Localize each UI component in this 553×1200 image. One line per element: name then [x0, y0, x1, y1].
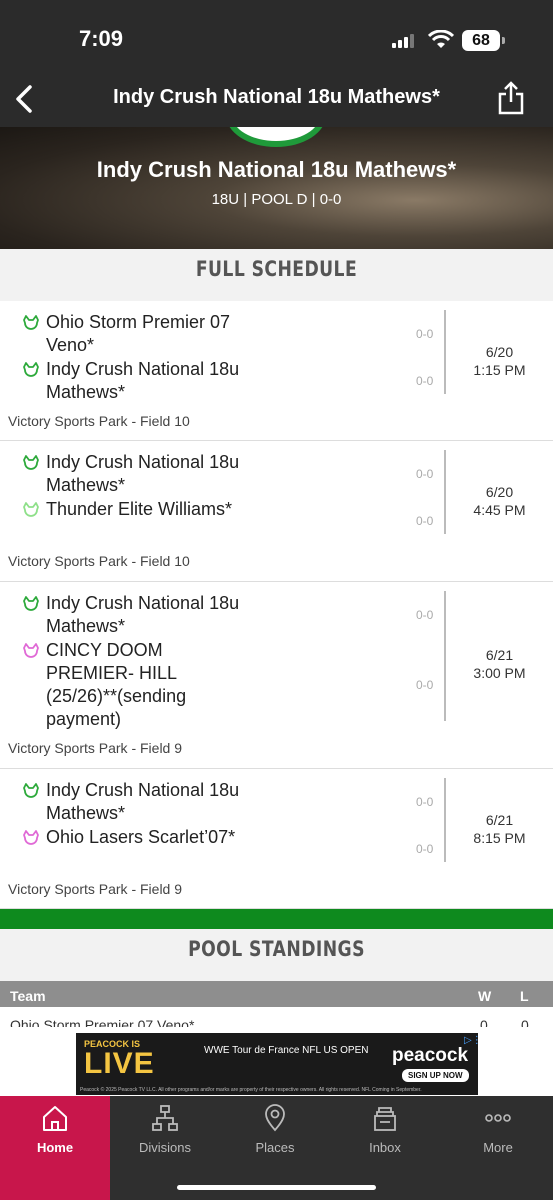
standings-wins: 0 [480, 1017, 488, 1027]
game-time: 3:00 PM [473, 665, 526, 681]
game-datetime: 6/20 4:45 PM [446, 483, 553, 519]
team-column-header: Team [10, 988, 46, 1004]
standings-heading: POOL STANDINGS [188, 937, 365, 961]
tab-more-label: More [483, 1140, 513, 1155]
team-name: Indy Crush National 18u Mathews* [46, 780, 240, 823]
losses-column-header: L [520, 988, 529, 1004]
share-icon[interactable] [496, 80, 526, 116]
away-team[interactable]: Thunder Elite Williams* [22, 498, 246, 521]
game-time: 4:45 PM [473, 502, 526, 518]
standings-team: Ohio Storm Premier 07 Veno* [10, 1017, 195, 1027]
team-name: Thunder Elite Williams* [46, 499, 233, 519]
game-card[interactable]: Indy Crush National 18u Mathews* 0-0 Thund… [0, 441, 553, 582]
top-bar: 7:09 68 Indy Crush National 18u Mathews* [0, 0, 553, 127]
game-venue: Victory Sports Park - Field 10 [8, 553, 190, 569]
team-shirt-icon [23, 596, 39, 611]
team-name: Indy Crush National 18u Mathews* [96, 157, 457, 182]
standings-row[interactable]: Ohio Storm Premier 07 Veno* 0 0 [0, 1007, 553, 1027]
game-venue: Victory Sports Park - Field 10 [8, 413, 190, 429]
tab-places-label: Places [255, 1140, 295, 1155]
game-time: 1:15 PM [473, 362, 526, 378]
team-name: Ohio Lasers Scarlet’07* [46, 827, 236, 847]
game-card[interactable]: Ohio Storm Premier 07 Veno* 0-0 Indy Crush… [0, 301, 553, 441]
game-card[interactable]: Indy Crush National 18u Mathews* 0-0 CINCY… [0, 582, 553, 769]
game-datetime: 6/21 8:15 PM [446, 811, 553, 847]
adchoices-icon[interactable]: ▷⋮ [464, 1035, 478, 1046]
advertisement-banner[interactable]: PEACOCK IS LIVE WWE Tour de France NFL U… [76, 1033, 478, 1095]
game-time: 8:15 PM [473, 830, 526, 846]
team-shirt-icon [23, 502, 39, 517]
ad-line2: LIVE [84, 1047, 155, 1080]
team-name: CINCY DOOM PREMIER- HILL (25/26)**(sendi… [46, 640, 187, 729]
team-name: Indy Crush National 18u Mathews* [46, 359, 240, 402]
section-divider [0, 909, 553, 929]
location-pin-icon [265, 1104, 285, 1132]
team-shirt-icon [23, 315, 39, 330]
page-title: Indy Crush National 18u Mathews* [113, 86, 440, 108]
team-header-banner: Indy Crush National 18u Mathews* 18U | P… [0, 127, 553, 249]
home-team[interactable]: Ohio Storm Premier 07 Veno* [22, 311, 246, 357]
ad-fine-print: Peacock © 2025 Peacock TV LLC. All other… [80, 1087, 422, 1093]
team-name: Indy Crush National 18u Mathews* [46, 593, 240, 636]
team-shirt-icon [23, 455, 39, 470]
tab-home-label: Home [36, 1140, 74, 1155]
team-score: 0-0 [416, 678, 434, 692]
home-team[interactable]: Indy Crush National 18u Mathews* [22, 592, 246, 638]
team-shirt-icon [23, 362, 39, 377]
team-score: 0-0 [416, 374, 434, 388]
team-score: 0-0 [416, 842, 434, 856]
wins-column-header: W [478, 988, 492, 1004]
home-team[interactable]: Indy Crush National 18u Mathews* [22, 451, 246, 497]
standings-header-row: Team W L [0, 981, 553, 1007]
schedule-heading: FULL SCHEDULE [195, 257, 358, 281]
standings-losses: 0 [521, 1017, 529, 1027]
ad-partner-logos: WWE Tour de France NFL US OPEN [204, 1045, 369, 1056]
game-date: 6/21 [485, 647, 514, 663]
status-time: 7:09 [79, 26, 124, 51]
battery-indicator: 68 [462, 30, 505, 51]
more-dots-icon [485, 1114, 511, 1122]
game-venue: Victory Sports Park - Field 9 [8, 881, 183, 897]
home-team[interactable]: Indy Crush National 18u Mathews* [22, 779, 246, 825]
wifi-icon [428, 30, 454, 48]
game-venue: Victory Sports Park - Field 9 [8, 740, 183, 756]
game-date: 6/20 [485, 344, 514, 360]
team-score: 0-0 [416, 514, 434, 528]
game-date: 6/21 [485, 812, 514, 828]
ad-brand: peacock [392, 1045, 469, 1066]
ad-signup-button[interactable]: SIGN UP NOW [402, 1069, 469, 1082]
cellular-signal-icon [392, 34, 418, 48]
away-team[interactable]: CINCY DOOM PREMIER- HILL (25/26)**(sendi… [22, 639, 246, 731]
team-division-info: 18U | POOL D | 0-0 [211, 191, 342, 208]
game-date: 6/20 [485, 484, 514, 500]
away-team[interactable]: Indy Crush National 18u Mathews* [22, 358, 246, 404]
team-shirt-icon [23, 643, 39, 658]
team-name: Ohio Storm Premier 07 Veno* [46, 312, 231, 355]
tab-more[interactable]: More [443, 1096, 553, 1200]
inbox-icon [374, 1107, 396, 1131]
team-score: 0-0 [416, 327, 434, 341]
back-arrow-icon[interactable] [12, 84, 38, 114]
team-shirt-icon [23, 783, 39, 798]
tab-inbox-label: Inbox [369, 1140, 401, 1155]
game-datetime: 6/21 3:00 PM [446, 646, 553, 682]
team-score: 0-0 [416, 795, 434, 809]
team-shirt-icon [23, 830, 39, 845]
tab-divisions-label: Divisions [138, 1140, 191, 1155]
bracket-icon [152, 1105, 178, 1131]
team-score: 0-0 [416, 608, 434, 622]
home-indicator [177, 1185, 376, 1190]
game-datetime: 6/20 1:15 PM [446, 343, 553, 379]
home-icon [43, 1106, 67, 1131]
away-team[interactable]: Ohio Lasers Scarlet’07* [22, 826, 246, 849]
team-logo [226, 127, 326, 147]
team-score: 0-0 [416, 467, 434, 481]
team-name: Indy Crush National 18u Mathews* [46, 452, 240, 495]
game-card[interactable]: Indy Crush National 18u Mathews* 0-0 Ohio … [0, 769, 553, 909]
tab-home[interactable]: Home [0, 1096, 110, 1200]
